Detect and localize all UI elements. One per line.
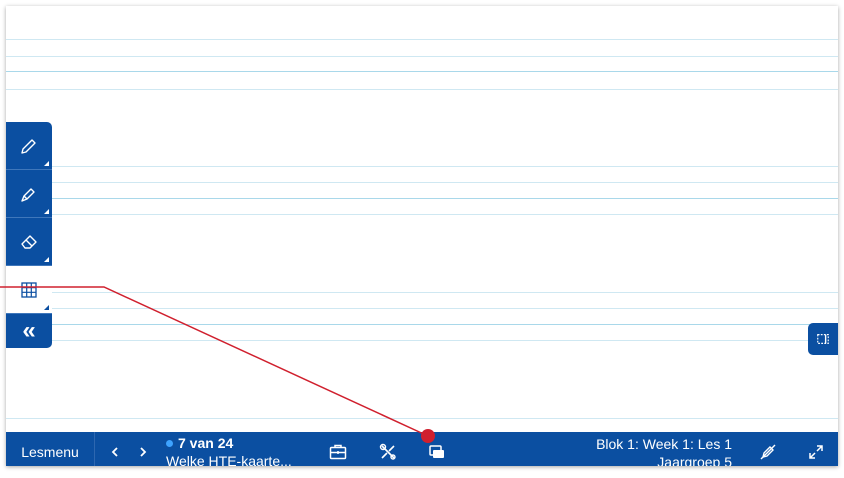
hide-drawings-button[interactable] bbox=[755, 440, 781, 464]
page-counter: 7 van 24 bbox=[166, 435, 233, 451]
ruled-line bbox=[6, 166, 838, 167]
tool-options-indicator bbox=[44, 161, 49, 166]
eraser-icon bbox=[21, 234, 37, 249]
ruled-line bbox=[6, 198, 838, 199]
ruled-line bbox=[6, 418, 838, 419]
drawing-toolbar: « bbox=[6, 122, 52, 348]
tools-icon bbox=[379, 443, 396, 460]
ruled-line bbox=[6, 56, 838, 57]
windows-button[interactable] bbox=[424, 440, 450, 464]
lesson-group: Jaargroep 5 bbox=[657, 454, 732, 466]
chevron-right-icon bbox=[140, 447, 147, 457]
collapse-icon: « bbox=[22, 317, 36, 344]
slide-title[interactable]: Welke HTE-kaarte... bbox=[166, 453, 292, 466]
pencil-icon bbox=[21, 138, 36, 154]
ruled-line bbox=[6, 292, 838, 293]
ruled-line bbox=[6, 340, 838, 341]
ruled-line bbox=[6, 308, 838, 309]
lesson-info: Blok 1: Week 1: Les 1 Jaargroep 5 bbox=[596, 435, 732, 466]
chevron-left-icon bbox=[111, 447, 118, 457]
whiteboard-canvas[interactable] bbox=[6, 6, 838, 432]
ruled-line bbox=[6, 71, 838, 72]
briefcase-icon bbox=[329, 444, 347, 460]
windows-icon bbox=[429, 445, 444, 458]
page-counter-text: 7 van 24 bbox=[178, 435, 234, 451]
ruled-line bbox=[6, 324, 838, 325]
fullscreen-button[interactable] bbox=[803, 440, 829, 464]
tool-options-indicator bbox=[44, 209, 49, 214]
lesson-menu-button[interactable]: Lesmenu bbox=[6, 432, 95, 466]
grid-icon bbox=[21, 281, 37, 298]
tool-options-indicator bbox=[44, 305, 49, 310]
lesson-title: Blok 1: Week 1: Les 1 bbox=[596, 436, 732, 452]
ruled-line bbox=[6, 182, 838, 183]
previous-slide-button[interactable] bbox=[104, 440, 126, 464]
marker-tool-button[interactable] bbox=[6, 170, 52, 218]
grid-tool-button[interactable] bbox=[6, 266, 52, 314]
tools-button[interactable] bbox=[375, 440, 401, 464]
lesson-window: « Lesmenu 7 van 24 Welke HTE-kaarte... B… bbox=[6, 6, 838, 466]
ruled-line bbox=[6, 39, 838, 40]
pen-off-icon bbox=[760, 444, 776, 460]
selection-tool-button[interactable] bbox=[808, 323, 838, 355]
tool-options-indicator bbox=[44, 257, 49, 262]
selection-icon bbox=[817, 334, 829, 344]
eraser-tool-button[interactable] bbox=[6, 218, 52, 266]
bottom-bar: Lesmenu 7 van 24 Welke HTE-kaarte... Blo… bbox=[6, 432, 838, 466]
next-slide-button[interactable] bbox=[132, 440, 154, 464]
toolbox-button[interactable] bbox=[325, 440, 351, 464]
collapse-toolbar-button[interactable]: « bbox=[6, 314, 52, 348]
pencil-tool-button[interactable] bbox=[6, 122, 52, 170]
ruled-line bbox=[6, 214, 838, 215]
expand-icon bbox=[809, 445, 823, 459]
marker-icon bbox=[21, 187, 35, 202]
current-slide-dot bbox=[166, 440, 173, 447]
ruled-line bbox=[6, 89, 838, 90]
